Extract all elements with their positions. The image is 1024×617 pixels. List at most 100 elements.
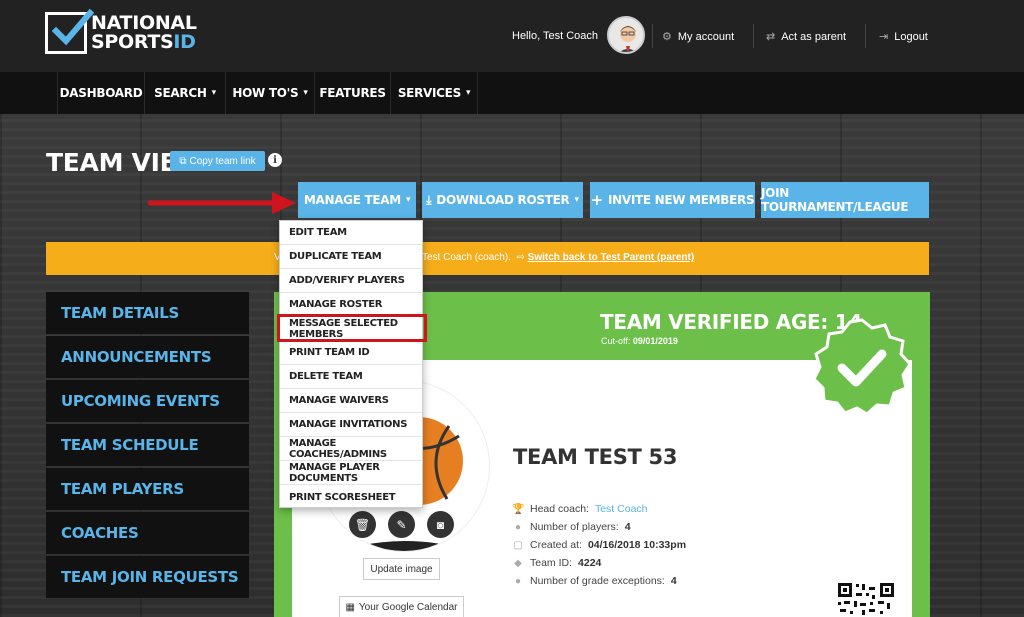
grade-exceptions-row: ● Number of grade exceptions: 4	[512, 575, 677, 587]
join-label: JOIN TOURNAMENT/LEAGUE	[761, 186, 909, 214]
menu-item-manage-coaches-admins[interactable]: MANAGE COACHES/ADMINS	[280, 437, 422, 461]
download-roster-label: DOWNLOAD ROSTER	[436, 193, 570, 207]
head-coach-row: 🏆 Head coach: Test Coach	[512, 503, 648, 515]
nav-dashboard[interactable]: DASHBOARD	[57, 72, 144, 114]
divider	[652, 24, 653, 48]
top-header: NATIONAL SPORTSID Hello, Test Coach ⚙ My…	[0, 0, 1024, 72]
divider	[753, 24, 754, 48]
nav-services[interactable]: SERVICES ▾	[390, 72, 478, 114]
logo-line2-b: ID	[173, 31, 196, 53]
nav-label: DASHBOARD	[59, 86, 143, 100]
players-row: ● Number of players: 4	[512, 521, 631, 533]
logout-link[interactable]: ⇥ Logout	[879, 30, 928, 44]
main-nav: DASHBOARD SEARCH ▾ HOW TO'S ▾ FEATURES SER…	[0, 72, 1024, 114]
sidebar-item-team-players[interactable]: TEAM PLAYERS	[46, 468, 249, 511]
nav-label: SEARCH	[154, 86, 207, 100]
chevron-down-icon: ▾	[405, 195, 411, 205]
invite-label: INVITE NEW MEMBERS	[607, 193, 755, 207]
cutoff-label: Cut-off:	[601, 336, 631, 346]
sidebar-item-team-details[interactable]: TEAM DETAILS	[46, 292, 249, 335]
manage-team-button[interactable]: MANAGE TEAM ▾	[298, 182, 416, 218]
avatar[interactable]	[607, 16, 645, 54]
act-as-parent-label: Act as parent	[781, 30, 847, 43]
instagram-icon[interactable]: ◙	[427, 511, 454, 538]
created-value: 04/16/2018 10:33pm	[587, 539, 687, 551]
my-account-link[interactable]: ⚙ My account	[662, 30, 735, 44]
user-plus-icon: ●	[514, 575, 522, 587]
act-as-parent-link[interactable]: ⇄ Act as parent	[766, 30, 847, 44]
copy-team-link-button[interactable]: ⧉ Copy team link	[170, 151, 265, 171]
join-tournament-button[interactable]: JOIN TOURNAMENT/LEAGUE	[761, 182, 929, 218]
notice-main: Test Coach (coach).	[422, 252, 511, 263]
download-roster-button[interactable]: ⤓ DOWNLOAD ROSTER ▾	[422, 182, 583, 218]
pencil-icon[interactable]: ✎	[388, 511, 415, 538]
nav-features[interactable]: FEATURES	[314, 72, 390, 114]
gear-icon: ⚙	[662, 31, 672, 43]
nav-howtos[interactable]: HOW TO'S ▾	[225, 72, 314, 114]
google-calendar-button[interactable]: ▦ Your Google Calendar	[339, 596, 464, 617]
sidebar-item-coaches[interactable]: COACHES	[46, 512, 249, 555]
greeting: Hello, Test Coach	[512, 30, 599, 42]
manage-team-dropdown: EDIT TEAM DUPLICATE TEAM ADD/VERIFY PLAY…	[279, 220, 423, 508]
team-id-row: ◆ Team ID: 4224	[512, 557, 601, 569]
head-coach-label: Head coach:	[530, 503, 589, 515]
sidebar-item-upcoming-events[interactable]: UPCOMING EVENTS	[46, 380, 249, 423]
sidebar-item-team-join-requests[interactable]: TEAM JOIN REQUESTS	[46, 556, 249, 599]
plus-icon: +	[590, 191, 604, 209]
menu-item-manage-player-documents[interactable]: MANAGE PLAYER DOCUMENTS	[280, 461, 422, 485]
menu-item-duplicate-team[interactable]: DUPLICATE TEAM	[280, 245, 422, 269]
menu-item-edit-team[interactable]: EDIT TEAM	[280, 221, 422, 245]
chevron-down-icon: ▾	[211, 88, 217, 98]
head-coach-link[interactable]: Test Coach	[595, 503, 648, 515]
menu-item-add-verify-players[interactable]: ADD/VERIFY PLAYERS	[280, 269, 422, 293]
logo-line2-a: SPORTS	[91, 31, 174, 53]
switch-back-link[interactable]: Switch back to Test Parent (parent)	[528, 252, 695, 263]
team-name: TEAM TEST 53	[513, 445, 678, 469]
sidebar: TEAM DETAILS ANNOUNCEMENTS UPCOMING EVEN…	[46, 292, 249, 600]
menu-item-print-team-id[interactable]: PRINT TEAM ID	[280, 341, 422, 365]
download-icon: ⤓	[426, 192, 432, 207]
swap-back-icon: ⇨	[516, 252, 525, 263]
chevron-down-icon: ▾	[303, 88, 308, 98]
menu-item-manage-invitations[interactable]: MANAGE INVITATIONS	[280, 413, 422, 437]
my-account-label: My account	[677, 30, 735, 43]
created-row: ▢ Created at: 04/16/2018 10:33pm	[512, 539, 686, 551]
red-arrow-annotation	[148, 192, 296, 214]
nav-label: SERVICES	[397, 86, 461, 100]
logout-icon: ⇥	[879, 31, 889, 43]
grade-exceptions-value: 4	[670, 575, 677, 587]
invite-new-members-button[interactable]: + INVITE NEW MEMBERS	[590, 182, 755, 218]
tag-icon: ◆	[514, 557, 522, 569]
sidebar-item-announcements[interactable]: ANNOUNCEMENTS	[46, 336, 249, 379]
nav-label: FEATURES	[319, 86, 386, 100]
players-label: Number of players:	[530, 521, 619, 533]
notice-text: Test Coach (coach). ⇨ Switch back to Tes…	[422, 252, 694, 263]
trash-icon[interactable]: 🗑	[349, 511, 376, 538]
nav-label: HOW TO'S	[232, 86, 299, 100]
info-icon[interactable]: i	[268, 153, 282, 167]
swap-icon: ⇄	[766, 31, 776, 43]
menu-item-print-scoresheet[interactable]: PRINT SCORESHEET	[280, 485, 422, 509]
copy-team-link-label: Copy team link	[189, 155, 256, 167]
trophy-icon: 🏆	[512, 503, 525, 515]
update-image-button[interactable]: Update image	[363, 558, 440, 580]
nav-search[interactable]: SEARCH ▾	[144, 72, 225, 114]
cutoff: Cut-off: 09/01/2019	[601, 336, 678, 346]
cutoff-date: 09/01/2019	[632, 336, 678, 346]
google-calendar-label: Your Google Calendar	[358, 601, 458, 613]
verified-badge-icon	[812, 318, 912, 416]
manage-team-label: MANAGE TEAM	[303, 193, 401, 207]
impersonation-notice: V Test Coach (coach). ⇨ Switch back to T…	[46, 242, 929, 275]
chevron-down-icon: ▾	[465, 88, 471, 98]
menu-item-delete-team[interactable]: DELETE TEAM	[280, 365, 422, 389]
logout-label: Logout	[894, 30, 928, 43]
logo-checkbox-icon	[45, 8, 94, 54]
menu-item-manage-waivers[interactable]: MANAGE WAIVERS	[280, 389, 422, 413]
site-logo[interactable]: NATIONAL SPORTSID	[45, 8, 197, 54]
created-label: Created at:	[530, 539, 582, 551]
calendar-icon: ▦	[345, 601, 355, 613]
copy-icon: ⧉	[179, 155, 187, 167]
qr-code-icon	[836, 581, 896, 617]
sidebar-item-team-schedule[interactable]: TEAM SCHEDULE	[46, 424, 249, 467]
highlight-annotation-box	[277, 314, 427, 342]
